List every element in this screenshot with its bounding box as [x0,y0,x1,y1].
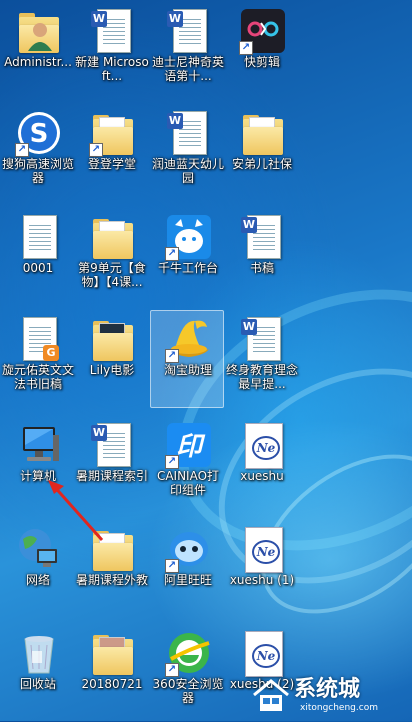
desktop-icon-xuanyuanyou[interactable]: G 旋元佑英文文法书旧稿 [0,310,74,408]
desktop-icon-label: 旋元佑英文文法书旧稿 [1,363,74,391]
desktop-icon-xueshu-1[interactable]: Ne xueshu (1) [224,520,298,618]
word-document-icon: W [239,213,287,261]
svg-text:印: 印 [176,432,206,462]
desktop-icon-0001[interactable]: 0001 [0,208,74,306]
word-document-icon: W [89,421,137,469]
desktop-icon-label: 新建 Microsoft... [75,55,149,83]
desktop-icon-taobao-assistant[interactable]: ↗ 淘宝助理 [150,310,224,408]
pdf-document-icon: G [15,315,63,363]
svg-text:S: S [30,119,49,149]
desktop-icon-aliwangwang[interactable]: ↗ 阿里旺旺 [150,520,224,618]
folder-icon [89,525,137,573]
word-document-icon: W [165,109,213,157]
word-document-icon: W [165,7,213,55]
cainiao-print-icon: 印 ↗ [165,421,213,469]
desktop-icon-label: 360安全浏览器 [152,677,224,705]
desktop-icon-computer[interactable]: 计算机 [0,416,74,514]
desktop-icon-anyi-social[interactable]: 安弟儿社保 [224,104,298,202]
desktop-icon-summer-course-2[interactable]: 暑期课程外教 [74,520,148,618]
desktop-icon-label: 终身教育理念最早提... [225,363,298,391]
desktop-icon-label: xueshu [240,469,284,483]
desktop-icon-shugao[interactable]: W 书稿 [224,208,298,306]
shortcut-arrow-icon: ↗ [165,247,179,261]
desktop-icon-label: 迪士尼神奇英语第十... [151,55,224,83]
shortcut-arrow-icon: ↗ [165,663,179,677]
word-document-icon: W [239,315,287,363]
desktop-icon-label: 搜狗高速浏览器 [1,157,74,185]
user-folder-icon [15,7,63,55]
desktop-icon-label: 安弟儿社保 [231,157,292,171]
folder-icon [239,109,287,157]
aliwangwang-icon: ↗ [165,525,213,573]
folder-icon [89,213,137,261]
desktop-icon-label: 阿里旺旺 [163,573,212,587]
folder-icon: ↗ [89,109,137,157]
ne-document-icon: Ne [239,525,287,573]
desktop-icon-browser-360[interactable]: ↗ 360安全浏览器 [150,624,224,722]
desktop-icon-administrator[interactable]: Administr... [0,2,74,100]
desktop-icon-kuaijianji[interactable]: ↗ 快剪辑 [224,2,298,100]
watermark-text: 系统城 [294,677,361,702]
desktop-icon-label: 登登学堂 [87,157,136,171]
desktop-icon-label: 计算机 [19,469,56,483]
desktop-icon-label: 书稿 [249,261,274,275]
shortcut-arrow-icon: ↗ [89,143,103,157]
desktop-icon-label: 回收站 [19,677,56,691]
shortcut-arrow-icon: ↗ [239,41,253,55]
desktop-icon-label: 暑期课程外教 [75,573,148,587]
desktop-icon-new-word-doc[interactable]: W 新建 Microsoft... [74,2,149,100]
desktop-icon-network[interactable]: 网络 [0,520,74,618]
desktop-icon-label: 0001 [22,261,54,275]
desktop-icon-label: Administr... [4,55,72,69]
desktop-icon-label: 千牛工作台 [157,261,218,275]
shortcut-arrow-icon: ↗ [165,349,179,363]
desktop-icon-xueshu[interactable]: Ne xueshu [224,416,298,514]
desktop: Administr... S ↗ 搜狗高速浏览器 0001 G 旋元佑英文文法书… [0,0,412,721]
desktop-icon-label: xueshu (1) [229,573,295,587]
kuaijianji-app-icon: ↗ [239,7,287,55]
text-document-icon [15,213,63,261]
ne-document-icon: Ne [239,421,287,469]
desktop-icon-unit9-food[interactable]: 第9单元【食物】【4课... [74,208,148,306]
desktop-icon-label: Lily电影 [89,363,135,377]
watermark: 系统城 xitongcheng.com [252,677,402,715]
desktop-icon-recycle-bin[interactable]: 回收站 [0,624,74,722]
desktop-icon-folder-20180721[interactable]: 20180721 [74,624,148,722]
shortcut-arrow-icon: ↗ [165,455,179,469]
recycle-bin-icon [15,629,63,677]
desktop-icon-sogou-browser[interactable]: S ↗ 搜狗高速浏览器 [0,104,74,202]
desktop-icon-label: 暑期课程索引 [75,469,148,483]
sogou-browser-icon: S ↗ [15,109,63,157]
desktop-icon-label: 20180721 [81,677,143,691]
desktop-icon-label: 润迪蓝天幼儿园 [151,157,224,185]
folder-icon [89,315,137,363]
ne-document-icon: Ne [239,629,287,677]
desktop-icon-label: CAINIAO打印组件 [156,469,220,497]
taobao-assistant-icon: ↗ [165,315,213,363]
watermark-url: xitongcheng.com [300,703,378,713]
desktop-icon-label: 淘宝助理 [163,363,212,377]
desktop-icon-summer-course-1[interactable]: W 暑期课程索引 [74,416,148,514]
browser-360-icon: ↗ [165,629,213,677]
network-icon [15,525,63,573]
desktop-icon-lifelong-education[interactable]: W 终身教育理念最早提... [224,310,298,408]
desktop-icon-label: 快剪辑 [243,55,280,69]
folder-icon [89,629,137,677]
desktop-icon-dengdengxuetang[interactable]: ↗ 登登学堂 [74,104,148,202]
word-document-icon: W [89,7,137,55]
qianniu-app-icon: ↗ [165,213,213,261]
house-logo-icon [253,679,289,711]
desktop-icon-label: 网络 [25,573,50,587]
desktop-icon-qianniu[interactable]: ↗ 千牛工作台 [150,208,224,306]
desktop-icon-label: 第9单元【食物】【4课... [78,261,146,289]
shortcut-arrow-icon: ↗ [165,559,179,573]
desktop-icon-disney-english[interactable]: W 迪士尼神奇英语第十... [150,2,224,100]
desktop-icon-lily-movie[interactable]: Lily电影 [74,310,148,408]
desktop-icon-rundi-kindergarten[interactable]: W 润迪蓝天幼儿园 [150,104,224,202]
shortcut-arrow-icon: ↗ [15,143,29,157]
computer-icon [15,421,63,469]
desktop-icon-cainiao-print[interactable]: 印 ↗ CAINIAO打印组件 [150,416,224,514]
